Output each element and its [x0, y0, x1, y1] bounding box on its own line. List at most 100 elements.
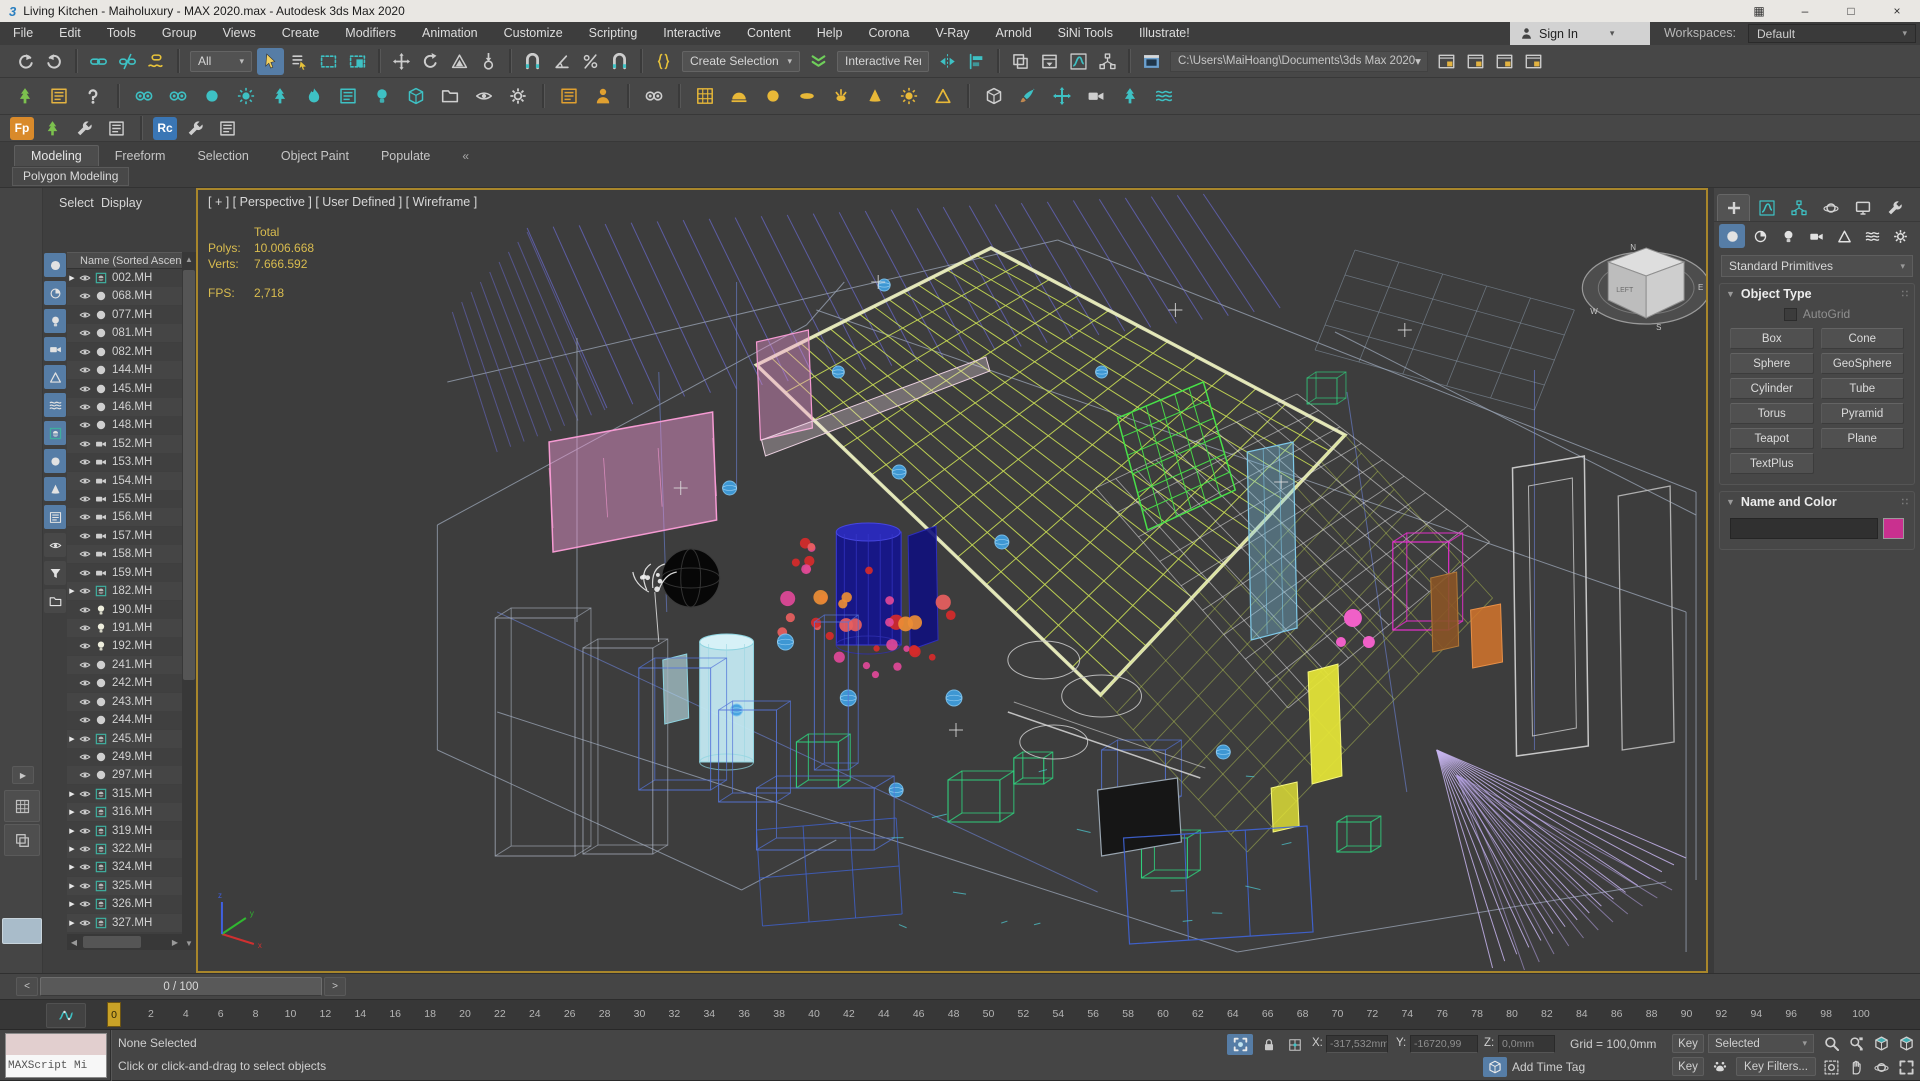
visibility-eye-icon[interactable]: [77, 511, 93, 523]
filter-helpers[interactable]: [44, 365, 66, 389]
expand-arrow-icon[interactable]: ▶: [67, 808, 77, 816]
toggle-ribbon-button[interactable]: [1036, 48, 1063, 75]
tab-motion[interactable]: [1815, 195, 1846, 221]
tab-create[interactable]: [1717, 194, 1750, 221]
vray-sun-icon[interactable]: [894, 81, 924, 111]
frame-tick-30[interactable]: 30: [634, 1008, 646, 1020]
menu-views[interactable]: Views: [210, 22, 269, 45]
filter-display[interactable]: [44, 533, 66, 557]
grass-scatter-icon[interactable]: [1115, 81, 1145, 111]
maximize-viewport-button[interactable]: [1895, 1057, 1918, 1078]
menu-v-ray[interactable]: V-Ray: [922, 22, 982, 45]
next-frame-button[interactable]: >: [324, 977, 346, 996]
frame-tick-14[interactable]: 14: [354, 1008, 366, 1020]
visibility-eye-icon[interactable]: [77, 438, 93, 450]
vscroll-thumb[interactable]: [183, 270, 195, 680]
railclone-tools-icon[interactable]: [182, 115, 209, 142]
frame-tick-20[interactable]: 20: [459, 1008, 471, 1020]
visibility-eye-icon[interactable]: [77, 604, 93, 616]
explorer-item-158.MH[interactable]: 158.MH: [67, 545, 182, 563]
undo-button[interactable]: [12, 48, 39, 75]
object-name-field[interactable]: [1730, 518, 1878, 539]
frame-tick-74[interactable]: 74: [1401, 1008, 1413, 1020]
curve-editor-button[interactable]: [1065, 48, 1092, 75]
zoom-all-button[interactable]: [1845, 1033, 1868, 1054]
explorer-item-249.MH[interactable]: 249.MH: [67, 748, 182, 766]
explorer-item-325.MH[interactable]: ▶325.MH: [67, 877, 182, 895]
explorer-menu-select[interactable]: Select: [59, 196, 94, 210]
visibility-eye-icon[interactable]: [77, 530, 93, 542]
explorer-item-182.MH[interactable]: ▶182.MH: [67, 582, 182, 600]
explorer-menu-display[interactable]: Display: [101, 196, 142, 210]
select-and-move-button[interactable]: [388, 48, 415, 75]
object-type-header[interactable]: ▼ Object Type ∷: [1720, 284, 1914, 304]
visibility-eye-icon[interactable]: [77, 327, 93, 339]
unlink-selection-button[interactable]: [114, 48, 141, 75]
frame-tick-2[interactable]: 2: [148, 1008, 154, 1020]
explorer-item-145.MH[interactable]: 145.MH: [67, 380, 182, 398]
frame-tick-94[interactable]: 94: [1750, 1008, 1762, 1020]
expand-arrow-icon[interactable]: ▶: [67, 863, 77, 871]
visibility-eye-icon[interactable]: [77, 493, 93, 505]
frame-tick-98[interactable]: 98: [1820, 1008, 1832, 1020]
zoom-extents-all-button[interactable]: [1895, 1033, 1918, 1054]
visibility-eye-icon[interactable]: [77, 567, 93, 579]
frame-tick-56[interactable]: 56: [1087, 1008, 1099, 1020]
populate-person-icon[interactable]: [588, 81, 618, 111]
render-preset-4-button[interactable]: [1520, 48, 1547, 75]
filter-groups[interactable]: [44, 421, 66, 445]
snap-toggle-button[interactable]: [519, 48, 546, 75]
explorer-item-152.MH[interactable]: 152.MH: [67, 435, 182, 453]
plane-button[interactable]: Plane: [1821, 428, 1905, 449]
select-by-name-button[interactable]: [286, 48, 313, 75]
explorer-item-322.MH[interactable]: ▶322.MH: [67, 840, 182, 858]
settings-gear-icon[interactable]: [503, 81, 533, 111]
frame-tick-16[interactable]: 16: [389, 1008, 401, 1020]
frame-tick-62[interactable]: 62: [1192, 1008, 1204, 1020]
menu-sini-tools[interactable]: SiNi Tools: [1045, 22, 1126, 45]
frame-tick-72[interactable]: 72: [1367, 1008, 1379, 1020]
visibility-eye-icon[interactable]: [77, 475, 93, 487]
leaf-tools-icon[interactable]: [1149, 81, 1179, 111]
visibility-eye-icon[interactable]: [77, 843, 93, 855]
visibility-eye-icon[interactable]: [77, 898, 93, 910]
sphere-button[interactable]: Sphere: [1730, 353, 1814, 374]
menu-modifiers[interactable]: Modifiers: [332, 22, 409, 45]
filter-shapes[interactable]: [44, 281, 66, 305]
stereo-cameras-icon[interactable]: [639, 81, 669, 111]
interactive-render-button[interactable]: Interactive Rende: [837, 51, 929, 72]
select-and-scale-button[interactable]: [446, 48, 473, 75]
isolate-selection-toggle[interactable]: [1227, 1034, 1253, 1055]
minimize-button[interactable]: –: [1782, 0, 1828, 22]
visibility-eye-icon[interactable]: [77, 769, 93, 781]
visibility-eye-icon[interactable]: [77, 880, 93, 892]
expand-arrow-icon[interactable]: ▶: [67, 735, 77, 743]
explorer-item-192.MH[interactable]: 192.MH: [67, 637, 182, 655]
frame-tick-34[interactable]: 34: [703, 1008, 715, 1020]
zoom-region-button[interactable]: [1820, 1057, 1843, 1078]
sign-in-button[interactable]: Sign In ▾: [1510, 22, 1650, 45]
corona-interactive-icon[interactable]: [163, 81, 193, 111]
expand-arrow-icon[interactable]: ▶: [67, 882, 77, 890]
explorer-item-315.MH[interactable]: ▶315.MH: [67, 785, 182, 803]
spinner-snap-button[interactable]: [606, 48, 633, 75]
mini-curve-editor-button[interactable]: [46, 1003, 86, 1028]
cat-spacewarps[interactable]: [1859, 224, 1885, 248]
ribbon-collapse-icon[interactable]: «: [456, 146, 475, 166]
frame-tick-10[interactable]: 10: [285, 1008, 297, 1020]
expand-arrow-icon[interactable]: ▶: [67, 900, 77, 908]
visibility-eye-icon[interactable]: [77, 714, 93, 726]
explorer-item-077.MH[interactable]: 077.MH: [67, 306, 182, 324]
viewport-layout-tab-2[interactable]: [4, 824, 40, 856]
name-color-header[interactable]: ▼ Name and Color ∷: [1720, 492, 1914, 512]
explorer-vscrollbar[interactable]: ▲ ▼: [182, 252, 196, 950]
frame-tick-22[interactable]: 22: [494, 1008, 506, 1020]
filter-bones[interactable]: [44, 477, 66, 501]
viewport-layout-tab-1[interactable]: [4, 790, 40, 822]
vray-light-sphere-icon[interactable]: [758, 81, 788, 111]
menu-help[interactable]: Help: [804, 22, 856, 45]
tab-display[interactable]: [1847, 195, 1878, 221]
frame-tick-24[interactable]: 24: [529, 1008, 541, 1020]
explorer-item-326.MH[interactable]: ▶326.MH: [67, 895, 182, 913]
frame-tick-32[interactable]: 32: [669, 1008, 681, 1020]
